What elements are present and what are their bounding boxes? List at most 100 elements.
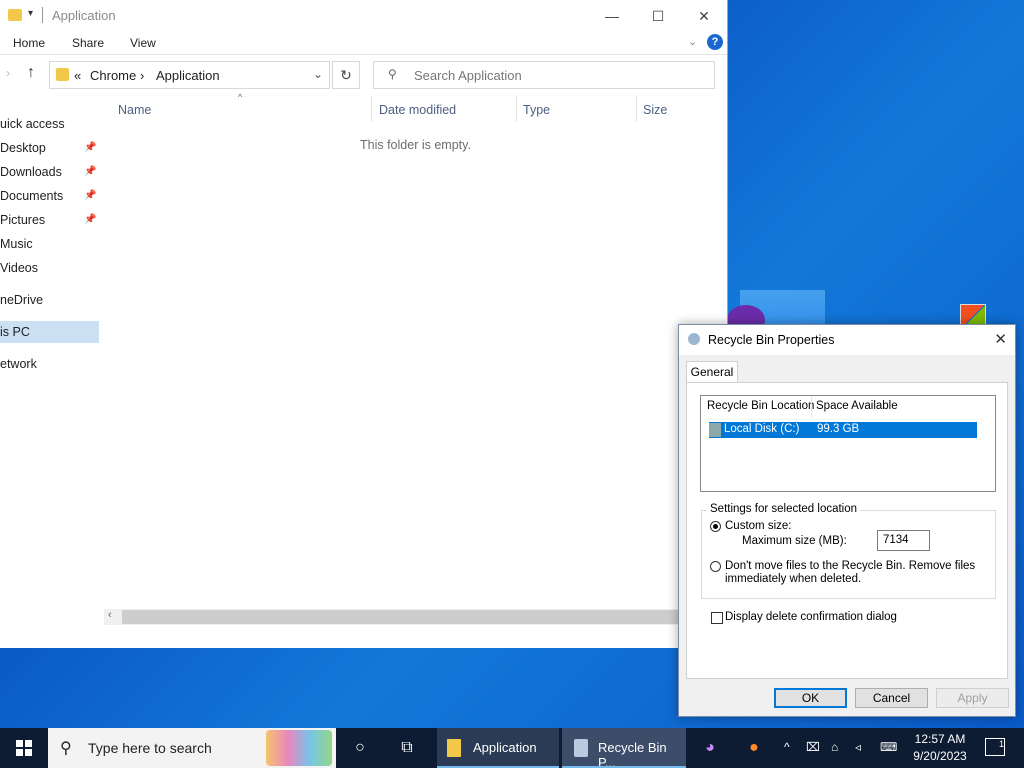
system-clock[interactable]: 12:57 AM 9/20/2023 (905, 731, 975, 765)
sidebar-item-documents[interactable]: Documents 📌 (0, 185, 100, 207)
sidebar-item-label: neDrive (0, 293, 44, 307)
windows-logo-icon (16, 740, 32, 756)
sidebar-item-label: Desktop (0, 141, 46, 155)
space-available: 99.3 GB (817, 423, 860, 435)
sidebar-item-label: Pictures (0, 213, 46, 227)
sidebar-item-pictures[interactable]: Pictures 📌 (0, 209, 100, 231)
folder-icon (56, 68, 69, 81)
minimize-button[interactable]: — (589, 0, 635, 32)
explorer-titlebar: ▾ Application — ☐ ✕ (0, 0, 727, 32)
sidebar-item-downloads[interactable]: Downloads 📌 (0, 161, 100, 183)
taskbar-app-recycle-bin[interactable]: Recycle Bin P... (562, 728, 686, 770)
column-header-size[interactable]: Size (643, 103, 667, 129)
help-icon[interactable]: ? (707, 34, 723, 50)
show-hidden-icons-icon[interactable]: ^ (784, 740, 790, 754)
sidebar-item-music[interactable]: Music (0, 233, 100, 255)
cancel-button[interactable]: Cancel (855, 688, 928, 708)
ok-button[interactable]: OK (774, 688, 847, 708)
recycle-bin-icon (688, 333, 700, 345)
address-bar[interactable]: « Chrome › Application ⌄ (49, 61, 330, 89)
recycle-bin-location-list[interactable]: Recycle Bin Location Space Available Loc… (700, 395, 996, 492)
sidebar-item-desktop[interactable]: Desktop 📌 (0, 137, 100, 159)
notification-count: 1 (998, 739, 1004, 749)
breadcrumb-separator[interactable]: › (140, 68, 144, 83)
titlebar-divider (42, 7, 43, 23)
maximize-button[interactable]: ☐ (635, 0, 681, 32)
search-icon: ⚲ (388, 67, 397, 81)
search-highlights-icon[interactable] (266, 730, 332, 766)
list-item[interactable]: Local Disk (C:) 99.3 GB (709, 422, 977, 438)
folder-icon (8, 9, 22, 21)
network-icon[interactable]: ⌂ (831, 740, 838, 754)
taskbar-app-explorer[interactable]: Application (437, 728, 559, 768)
cortana-icon[interactable]: ○ (340, 728, 380, 768)
column-divider[interactable] (516, 96, 517, 122)
up-arrow-icon[interactable]: ↑ (27, 64, 35, 82)
sidebar-item-network[interactable]: etwork (0, 353, 100, 375)
pin-icon: 📌 (84, 166, 97, 177)
column-header-date-modified[interactable]: Date modified (379, 103, 456, 129)
sidebar-item-quick-access[interactable]: uick access (0, 113, 100, 135)
max-size-label: Maximum size (MB): (742, 535, 847, 547)
dialog-title: Recycle Bin Properties (708, 333, 835, 347)
horizontal-scrollbar[interactable]: ‹ (104, 609, 727, 625)
custom-size-label[interactable]: Custom size: (725, 520, 791, 532)
pin-icon: 📌 (84, 214, 97, 225)
apply-button[interactable]: Apply (936, 688, 1009, 708)
pin-icon: 📌 (84, 190, 97, 201)
sidebar-item-onedrive[interactable]: neDrive (0, 289, 100, 311)
address-root-glyph[interactable]: « (74, 68, 81, 83)
firefox-icon[interactable]: ● (734, 728, 774, 768)
tab-general[interactable]: General (686, 361, 738, 384)
tray-app-icon[interactable]: ⌧ (806, 740, 820, 754)
search-input[interactable]: ⚲ Search Application (373, 61, 715, 89)
close-button[interactable]: ✕ (681, 0, 727, 32)
navigation-bar: › ↑ « Chrome › Application ⌄ ↻ ⚲ Search … (0, 60, 727, 90)
tab-view[interactable]: View (130, 36, 156, 50)
quick-access-toolbar-dropdown-icon[interactable]: ▾ (28, 8, 33, 19)
scroll-left-icon[interactable]: ‹ (108, 609, 112, 621)
expand-ribbon-icon[interactable]: ⌄ (688, 35, 697, 48)
notifications-icon[interactable]: 1 (985, 738, 1005, 756)
dialog-close-button[interactable]: ✕ (994, 330, 1007, 348)
max-size-input[interactable]: 7134 (877, 530, 930, 551)
taskbar: ⚲ Type here to search ○ ⧉ Application Re… (0, 728, 1024, 770)
sort-ascending-icon: ^ (238, 92, 243, 102)
ribbon-tabs: Home Share View ⌄ ? (0, 32, 727, 55)
custom-size-radio[interactable] (710, 521, 721, 532)
empty-folder-message: This folder is empty. (360, 138, 471, 152)
start-button[interactable] (0, 728, 48, 768)
taskbar-search-placeholder: Type here to search (88, 740, 212, 756)
dialog-titlebar: Recycle Bin Properties ✕ (679, 325, 1015, 355)
sidebar-item-this-pc[interactable]: is PC (0, 321, 99, 343)
recent-locations-icon[interactable]: › (6, 66, 10, 80)
breadcrumb-application[interactable]: Application (156, 68, 220, 83)
column-divider[interactable] (371, 96, 372, 122)
address-dropdown-icon[interactable]: ⌄ (313, 67, 323, 81)
column-header-name[interactable]: Name (118, 103, 151, 129)
delete-confirmation-checkbox[interactable] (711, 612, 723, 624)
breadcrumb-chrome[interactable]: Chrome (90, 68, 136, 83)
dont-move-files-label[interactable]: Don't move files to the Recycle Bin. Rem… (725, 560, 975, 572)
tab-share[interactable]: Share (72, 36, 104, 50)
sidebar-item-label: Downloads (0, 165, 62, 179)
tab-home[interactable]: Home (13, 36, 45, 50)
column-header-type[interactable]: Type (523, 103, 550, 129)
dont-move-files-label-line2[interactable]: immediately when deleted. (725, 573, 861, 585)
search-placeholder: Search Application (414, 68, 522, 83)
volume-muted-icon[interactable]: ◃ (855, 740, 861, 754)
sidebar-item-label: Music (0, 237, 33, 251)
scrollbar-thumb[interactable] (122, 610, 692, 624)
refresh-button[interactable]: ↻ (332, 61, 360, 89)
dont-move-files-radio[interactable] (710, 561, 721, 572)
mask-app-icon[interactable]: ◕ (690, 728, 730, 768)
taskbar-search-box[interactable]: ⚲ Type here to search (48, 728, 336, 768)
list-header-space[interactable]: Space Available (816, 400, 898, 412)
task-view-icon[interactable]: ⧉ (387, 728, 427, 768)
column-divider[interactable] (636, 96, 637, 122)
delete-confirmation-label[interactable]: Display delete confirmation dialog (725, 611, 897, 623)
list-header-location[interactable]: Recycle Bin Location (707, 400, 814, 412)
sidebar-item-videos[interactable]: Videos (0, 257, 100, 279)
keyboard-icon[interactable]: ⌨ (880, 740, 897, 754)
general-tab-panel: Recycle Bin Location Space Available Loc… (686, 382, 1008, 679)
